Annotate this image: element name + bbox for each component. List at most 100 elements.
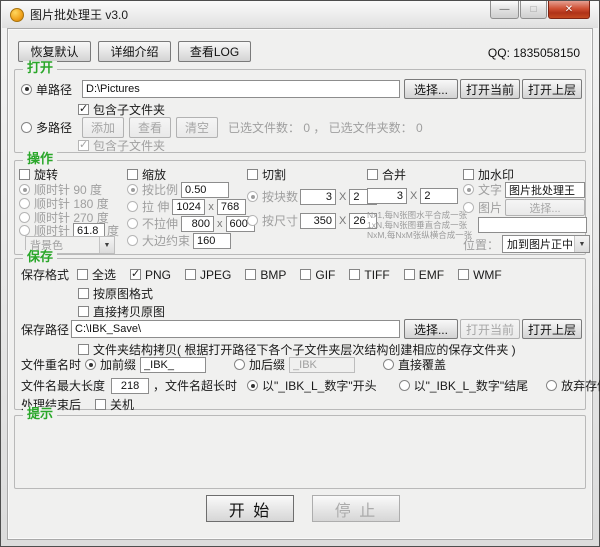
- save-open-current-button[interactable]: 打开当前: [460, 319, 520, 339]
- max-length-input[interactable]: [111, 378, 149, 394]
- format-gif-checkbox[interactable]: [300, 269, 311, 280]
- cut-blocks-label: 按块数: [262, 188, 298, 205]
- open-current-button[interactable]: 打开当前: [460, 79, 520, 99]
- format-jpeg-checkbox[interactable]: [185, 269, 196, 280]
- include-subfolders-checkbox[interactable]: [78, 104, 89, 115]
- watermark-text-input[interactable]: [505, 182, 585, 198]
- prefix-input[interactable]: [140, 357, 206, 373]
- rotate-180-radio[interactable]: [19, 198, 30, 209]
- format-png-checkbox[interactable]: [130, 269, 141, 280]
- folder-structure-checkbox[interactable]: [78, 344, 89, 355]
- cut-blocks-radio[interactable]: [247, 191, 258, 202]
- open-path-input[interactable]: [82, 80, 400, 98]
- cut-size-w-input[interactable]: [300, 213, 336, 229]
- overwrite-radio[interactable]: [383, 359, 394, 370]
- nostretch-width-input[interactable]: [181, 216, 214, 232]
- watermark-select-button[interactable]: 选择...: [505, 199, 585, 216]
- multi-path-label: 多路径: [36, 119, 82, 136]
- merge-checkbox-row: 合并: [367, 166, 406, 183]
- scale-nostretch-radio[interactable]: [127, 218, 138, 229]
- watermark-position-row: 位置： 加到图片正中 ▼: [463, 235, 590, 253]
- watermark-extra-input[interactable]: [478, 217, 587, 233]
- cut-checkbox[interactable]: [247, 169, 258, 180]
- watermark-image-row: 图片 选择...: [463, 199, 585, 216]
- rotate-checkbox[interactable]: [19, 169, 30, 180]
- save-path-label: 保存路径: [21, 321, 71, 338]
- add-paths-button[interactable]: 添加: [82, 117, 124, 138]
- cut-size-radio[interactable]: [247, 215, 258, 226]
- suffix-radio[interactable]: [234, 359, 245, 370]
- app-icon: [10, 8, 24, 22]
- scale-ratio-input[interactable]: [181, 182, 229, 198]
- save-open-parent-button[interactable]: 打开上层: [522, 319, 582, 339]
- open-select-button[interactable]: 选择...: [404, 79, 458, 99]
- shutdown-checkbox[interactable]: [95, 399, 106, 410]
- duplicate-name-row: 文件重名时 加前缀 加后缀 直接覆盖: [21, 356, 446, 373]
- cut-label: 切割: [262, 166, 286, 183]
- save-select-button[interactable]: 选择...: [404, 319, 458, 339]
- open-parent-button[interactable]: 打开上层: [522, 79, 582, 99]
- format-all-checkbox[interactable]: [77, 269, 88, 280]
- clear-paths-button[interactable]: 清空: [176, 117, 218, 138]
- details-button[interactable]: 详细介绍: [98, 41, 171, 62]
- stop-button[interactable]: 停 止: [312, 495, 400, 522]
- merge-label: 合并: [382, 166, 406, 183]
- discard-radio[interactable]: [546, 380, 557, 391]
- watermark-text-radio[interactable]: [463, 184, 474, 195]
- toolong-tail-radio[interactable]: [399, 380, 410, 391]
- include-subfolders-label-2: 包含子文件夹: [93, 137, 165, 154]
- watermark-position-dropdown[interactable]: 加到图片正中 ▼: [502, 235, 590, 253]
- save-path-row: 保存路径 选择... 打开当前 打开上层: [21, 319, 582, 339]
- format-bmp-checkbox[interactable]: [245, 269, 256, 280]
- view-paths-button[interactable]: 查看: [129, 117, 171, 138]
- qq-contact: QQ: 1835058150: [488, 46, 580, 60]
- scale-x-separator-2: x: [217, 218, 223, 230]
- toolong-head-label: 以"_IBK_L_数字"开头: [262, 377, 377, 394]
- watermark-text-row: 文字: [463, 181, 585, 198]
- original-format-row: 按原图格式: [78, 285, 153, 302]
- format-emf-checkbox[interactable]: [404, 269, 415, 280]
- minimize-button[interactable]: —: [490, 1, 519, 19]
- view-log-button[interactable]: 查看LOG: [178, 41, 251, 62]
- copy-original-row: 直接拷贝原图: [78, 303, 165, 320]
- rotate-90-radio[interactable]: [19, 184, 30, 195]
- scale-checkbox[interactable]: [127, 169, 138, 180]
- scale-maxedge-radio[interactable]: [127, 235, 138, 246]
- format-wmf-checkbox[interactable]: [458, 269, 469, 280]
- merge-x-input[interactable]: [367, 188, 407, 204]
- rotate-custom-radio[interactable]: [19, 225, 30, 236]
- watermark-image-radio[interactable]: [463, 202, 474, 213]
- too-long-label: ，文件名超长时: [153, 377, 237, 394]
- cut-blocks-x-input[interactable]: [300, 189, 336, 205]
- shutdown-label: 关机: [110, 396, 134, 413]
- restore-defaults-button[interactable]: 恢复默认: [18, 41, 91, 62]
- copy-original-checkbox[interactable]: [78, 306, 89, 317]
- single-path-radio[interactable]: [21, 84, 32, 95]
- watermark-checkbox[interactable]: [463, 169, 474, 180]
- original-format-checkbox[interactable]: [78, 288, 89, 299]
- stretch-height-input[interactable]: [217, 199, 246, 215]
- format-all-label: 全选: [92, 266, 116, 283]
- toolong-head-radio[interactable]: [247, 380, 258, 391]
- suffix-input[interactable]: [289, 357, 355, 373]
- discard-label: 放弃存储: [561, 377, 600, 394]
- scale-ratio-radio[interactable]: [127, 184, 138, 195]
- multi-path-radio[interactable]: [21, 122, 32, 133]
- maxedge-input[interactable]: [193, 233, 231, 249]
- operation-group-title: 操作: [23, 152, 57, 166]
- cut-x-separator: X: [339, 191, 346, 203]
- watermark-image-label: 图片: [478, 199, 502, 216]
- close-button[interactable]: ✕: [548, 1, 590, 19]
- merge-y-input[interactable]: [420, 188, 458, 204]
- stretch-width-input[interactable]: [172, 199, 205, 215]
- start-button[interactable]: 开 始: [206, 495, 294, 522]
- prefix-radio[interactable]: [85, 359, 96, 370]
- merge-x-separator: X: [410, 190, 417, 202]
- merge-checkbox[interactable]: [367, 169, 378, 180]
- maximize-button[interactable]: □: [520, 1, 547, 19]
- open-group-title: 打开: [23, 61, 57, 75]
- save-path-input[interactable]: [71, 320, 400, 338]
- format-tiff-checkbox[interactable]: [349, 269, 360, 280]
- include-subfolders-checkbox-2[interactable]: [78, 140, 89, 151]
- scale-stretch-radio[interactable]: [127, 201, 138, 212]
